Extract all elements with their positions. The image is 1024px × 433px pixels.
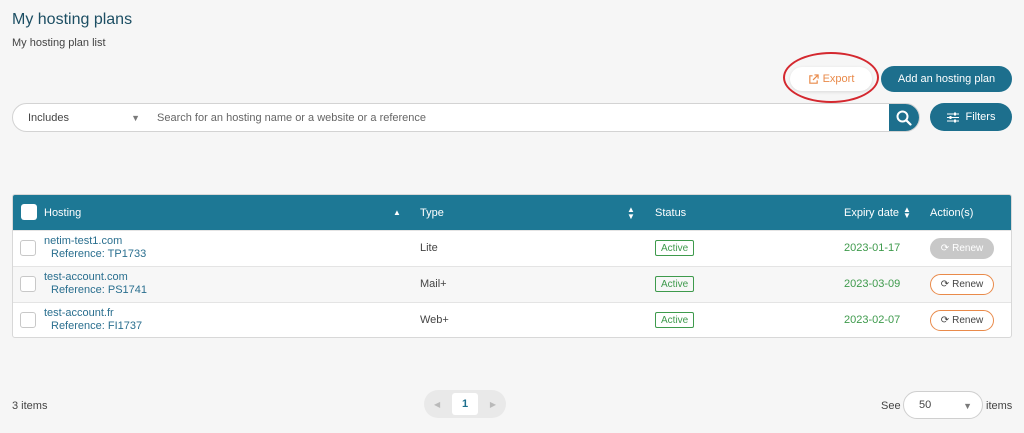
hosting-cell[interactable]: netim-test1.com Reference: TP1733 [44,235,146,261]
column-expiry-label: Expiry date [844,206,900,219]
renew-label: Renew [952,243,984,254]
hosting-cell[interactable]: test-account.com Reference: PS1741 [44,271,147,297]
hosting-name[interactable]: netim-test1.com [44,235,122,247]
expiry-date: 2023-03-09 [844,278,901,290]
search-scope-select[interactable]: Includes ▼ [13,104,146,131]
expiry-date: 2023-01-17 [844,242,901,254]
type-cell: Mail+ [420,278,447,290]
table-row: netim-test1.com Reference: TP1733 Lite A… [13,230,1011,266]
caret-down-icon: ▼ [131,113,140,123]
add-hosting-plan-button[interactable]: Add an hosting plan [881,66,1012,92]
select-all-checkbox[interactable] [21,204,37,220]
table-row: test-account.com Reference: PS1741 Mail+… [13,266,1011,302]
hosting-reference: Reference: TP1733 [51,248,147,260]
expiry-date: 2023-02-07 [844,314,901,326]
hosting-table: Hosting ▲ Type ▲ ▼ Status Expiry date ▲ ▼ … [12,194,1012,338]
pagination: ◀ 1 ▶ [424,390,506,418]
table-row: test-account.fr Reference: FI1737 Web+ A… [13,302,1011,337]
refresh-icon: ⟳ [940,243,950,254]
table-header: Hosting ▲ Type ▲ ▼ Status Expiry date ▲ ▼ … [13,195,1011,230]
items-count: 3 items [12,400,48,412]
column-status[interactable]: Status [655,195,686,230]
type-cell: Lite [420,242,438,254]
page-title: My hosting plans [12,11,133,28]
sort-up-icon[interactable]: ▲ [393,195,401,230]
row-checkbox[interactable] [20,276,36,292]
column-hosting-label: Hosting [44,206,82,219]
per-page-value: 50 [919,399,932,411]
status-badge: Active [655,276,695,292]
search-scope-value: Includes [28,111,69,124]
renew-button[interactable]: ⟳ Renew [930,310,994,331]
column-actions-label: Action(s) [930,206,974,219]
column-status-label: Status [655,206,687,219]
row-checkbox[interactable] [20,240,36,256]
caret-down-icon: ▼ [963,401,972,411]
hosting-name[interactable]: test-account.fr [44,307,114,319]
filters-label: Filters [965,111,996,123]
refresh-icon: ⟳ [940,279,950,290]
search-icon [896,110,912,126]
sort-icon[interactable]: ▲ ▼ [627,195,635,230]
status-badge: Active [655,240,695,256]
hosting-reference: Reference: PS1741 [51,284,148,296]
column-type-label: Type [420,206,444,219]
row-checkbox[interactable] [20,312,36,328]
hosting-reference: Reference: FI1737 [51,320,143,332]
search-bar: Includes ▼ [12,103,920,132]
column-actions: Action(s) [930,195,973,230]
type-cell: Web+ [420,314,449,326]
see-label: See [881,400,901,412]
column-hosting[interactable]: Hosting [44,195,81,230]
renew-button[interactable]: ⟳ Renew [930,238,994,259]
page-subtitle: My hosting plan list [12,37,106,49]
filters-button[interactable]: Filters [930,103,1012,131]
renew-button[interactable]: ⟳ Renew [930,274,994,295]
refresh-icon: ⟳ [940,315,950,326]
prev-page-icon[interactable]: ◀ [434,400,440,409]
column-expiry[interactable]: Expiry date ▲ ▼ [844,195,911,230]
search-input[interactable] [146,104,889,131]
search-button[interactable] [889,104,919,131]
renew-label: Renew [952,279,984,290]
highlight-ellipse [783,52,879,103]
hosting-cell[interactable]: test-account.fr Reference: FI1737 [44,307,142,333]
column-type[interactable]: Type [420,195,444,230]
per-page-select[interactable]: 50 ▼ [903,391,983,419]
sliders-icon [946,112,959,122]
next-page-icon[interactable]: ▶ [490,400,496,409]
items-label: items [986,400,1013,412]
sort-icon: ▲ ▼ [903,204,911,220]
hosting-name[interactable]: test-account.com [44,271,128,283]
renew-label: Renew [952,315,984,326]
status-badge: Active [655,312,695,328]
page-1-button[interactable]: 1 [452,393,478,415]
